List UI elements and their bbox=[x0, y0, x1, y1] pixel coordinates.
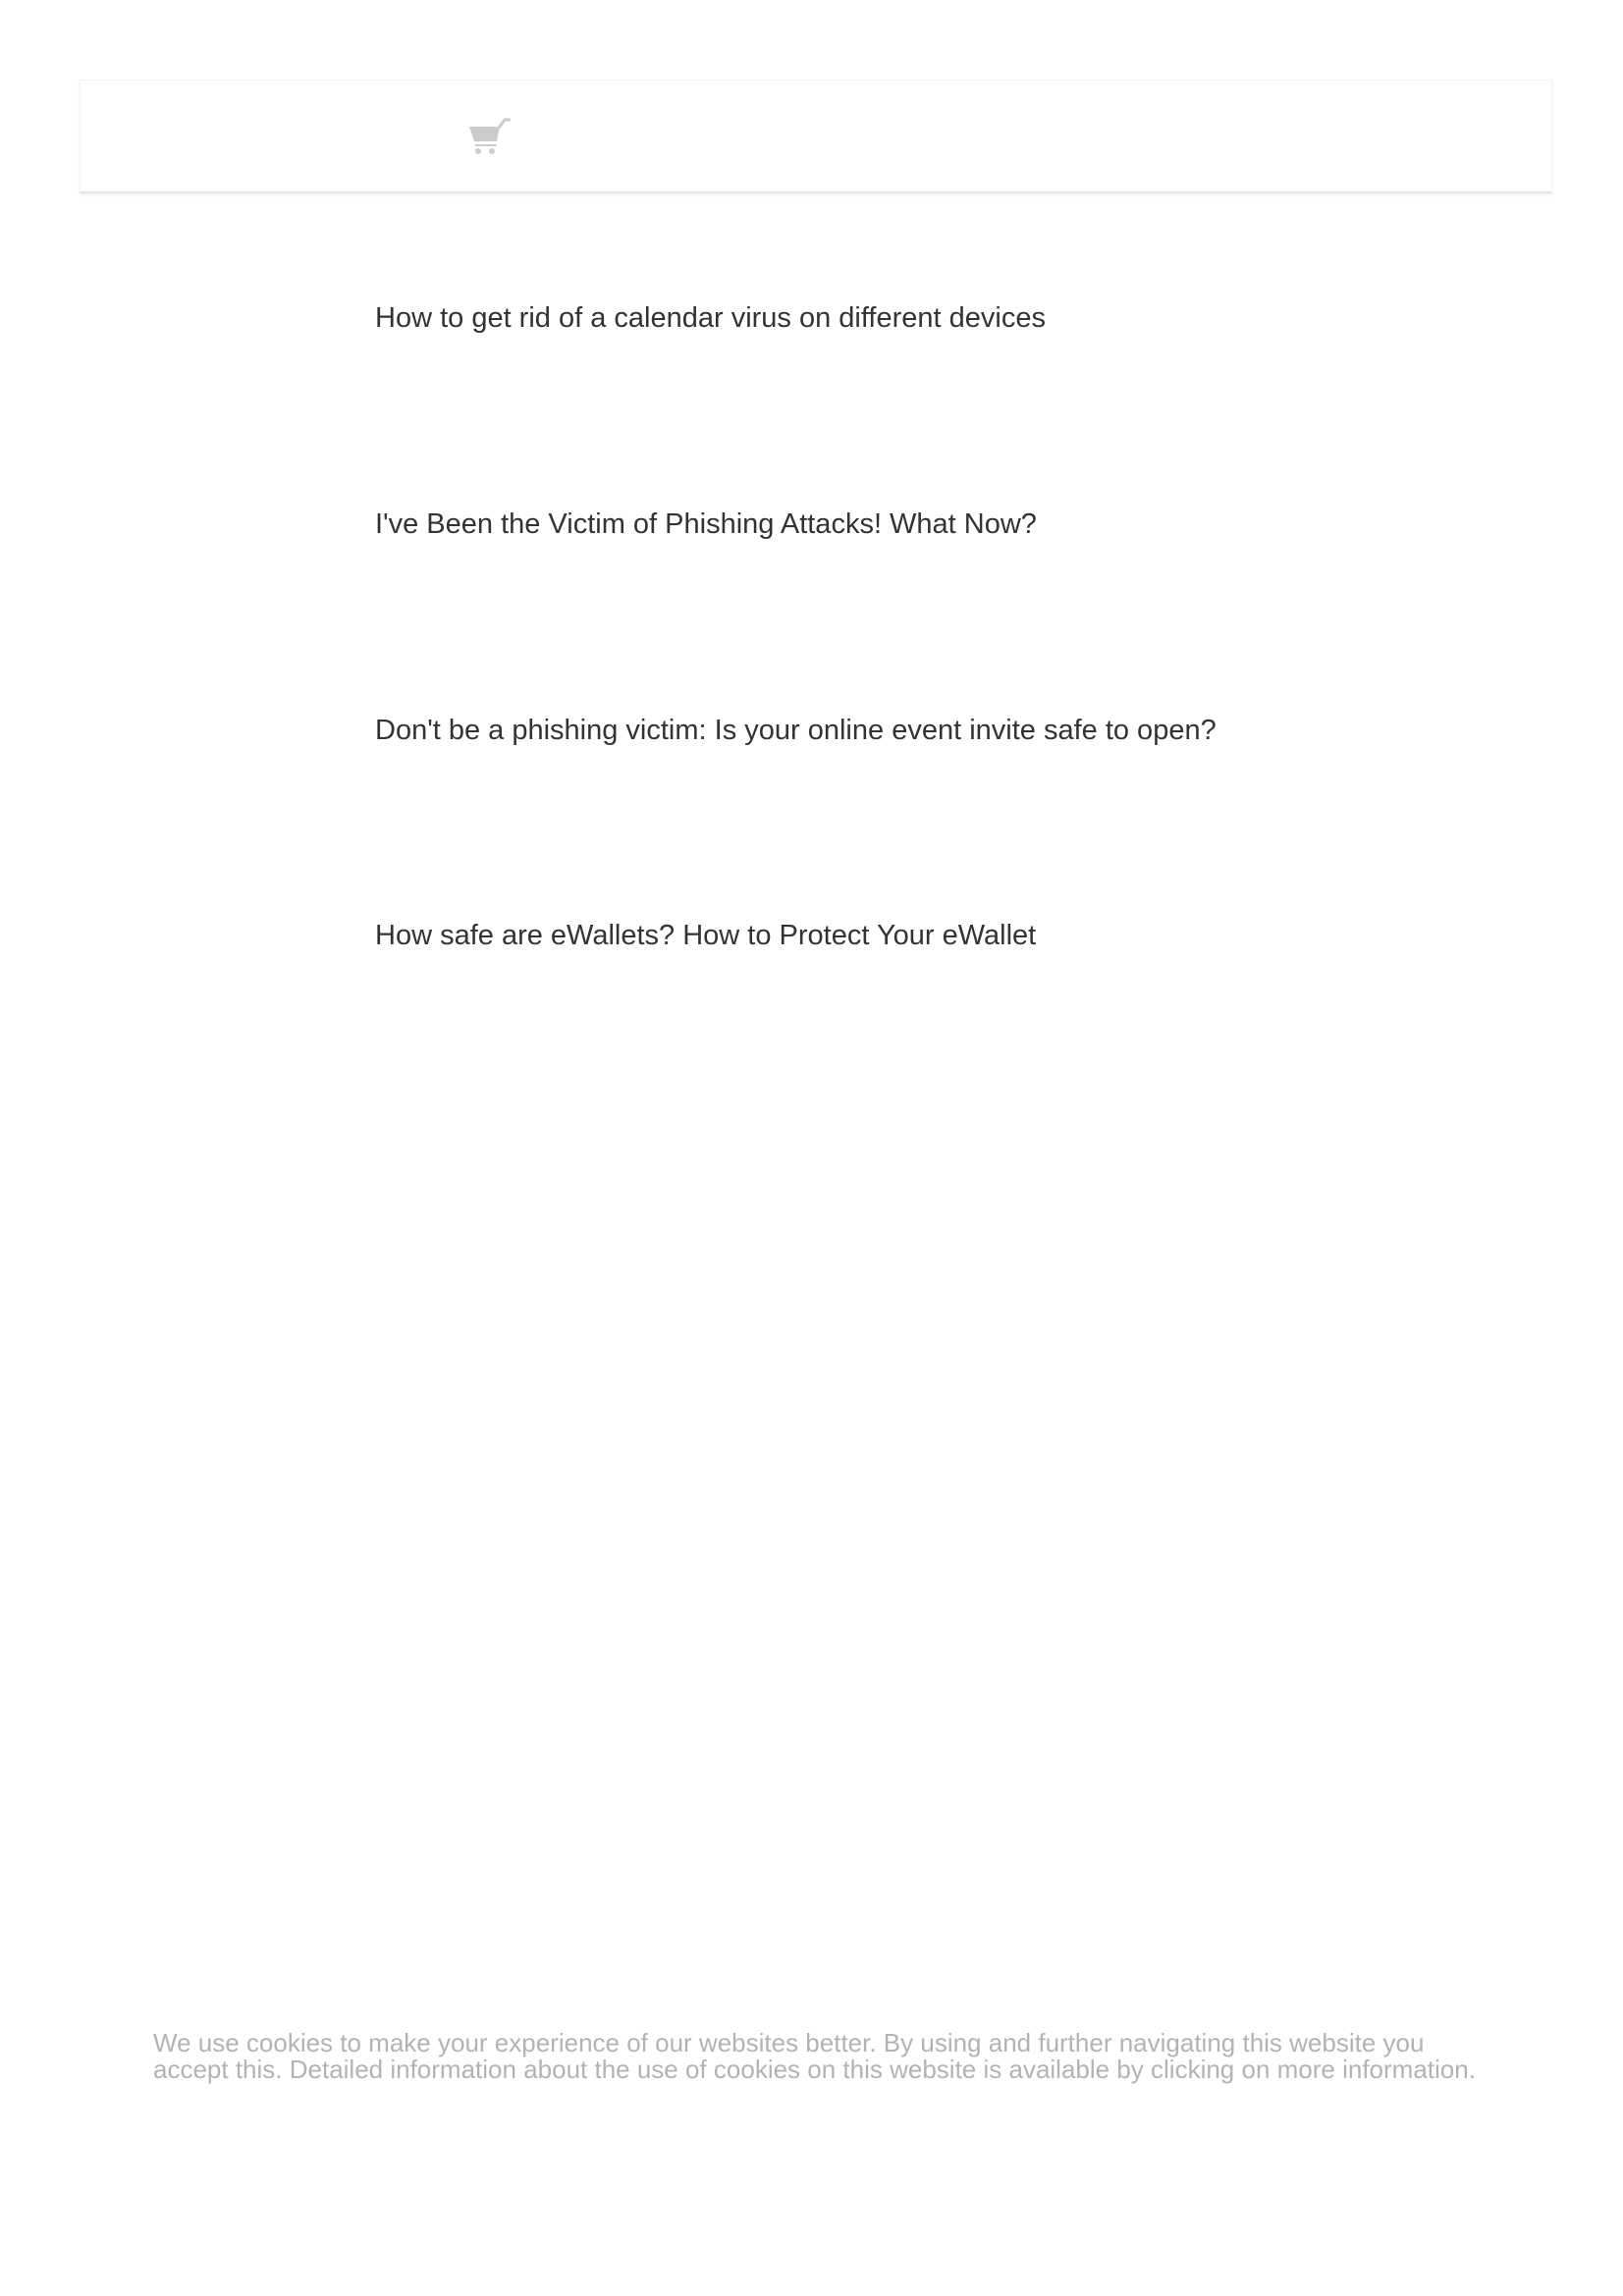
page: How to get rid of a calendar virus on di… bbox=[0, 0, 1623, 2296]
cookie-notice: We use cookies to make your experience o… bbox=[153, 2028, 1476, 2084]
shopping-cart-icon[interactable] bbox=[467, 118, 511, 155]
article-link[interactable]: How to get rid of a calendar virus on di… bbox=[375, 300, 1046, 336]
shopping-cart-icon-graphic bbox=[469, 118, 511, 154]
site-header bbox=[80, 80, 1552, 193]
article-link[interactable]: How safe are eWallets? How to Protect Yo… bbox=[375, 918, 1036, 953]
article-link[interactable]: I've Been the Victim of Phishing Attacks… bbox=[375, 507, 1037, 542]
article-link[interactable]: Don't be a phishing victim: Is your onli… bbox=[375, 713, 1217, 748]
